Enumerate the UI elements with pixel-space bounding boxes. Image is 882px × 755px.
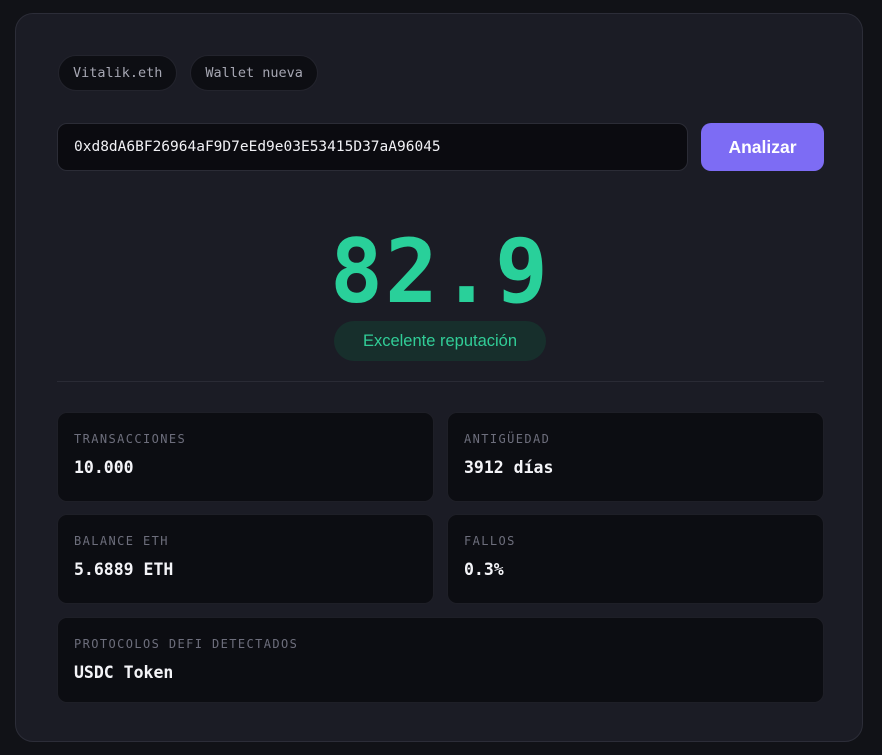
stat-label: PROTOCOLOS DEFI DETECTADOS: [74, 637, 299, 651]
stat-value: 10.000: [74, 458, 134, 477]
preset-chip-new-wallet[interactable]: Wallet nueva: [190, 55, 318, 91]
stat-label: TRANSACCIONES: [74, 432, 187, 446]
stat-label: ANTIGÜEDAD: [464, 432, 551, 446]
stat-card-defi-protocols: PROTOCOLOS DEFI DETECTADOS USDC Token: [57, 617, 824, 703]
reputation-score: 82.9: [330, 220, 550, 323]
preset-chip-vitalik[interactable]: Vitalik.eth: [58, 55, 178, 91]
stat-card-failures: FALLOS 0.3%: [447, 514, 824, 604]
stat-card-age: ANTIGÜEDAD 3912 días: [447, 412, 824, 502]
analyze-button[interactable]: Analizar: [701, 123, 824, 171]
stat-value: USDC Token: [74, 663, 174, 682]
stat-card-transactions: TRANSACCIONES 10.000: [57, 412, 434, 502]
stat-value: 5.6889 ETH: [74, 560, 174, 579]
wallet-reputation-card: Vitalik.eth Wallet nueva Analizar 82.9 E…: [15, 13, 863, 742]
stat-value: 3912 días: [464, 458, 554, 477]
reputation-badge: Excelente reputación: [334, 321, 546, 361]
divider: [57, 381, 824, 382]
stat-card-balance: BALANCE ETH 5.6889 ETH: [57, 514, 434, 604]
wallet-address-input[interactable]: [57, 123, 688, 171]
preset-chips: Vitalik.eth Wallet nueva: [58, 55, 318, 91]
stat-label: FALLOS: [464, 534, 516, 548]
stat-label: BALANCE ETH: [74, 534, 169, 548]
stat-value: 0.3%: [464, 560, 504, 579]
